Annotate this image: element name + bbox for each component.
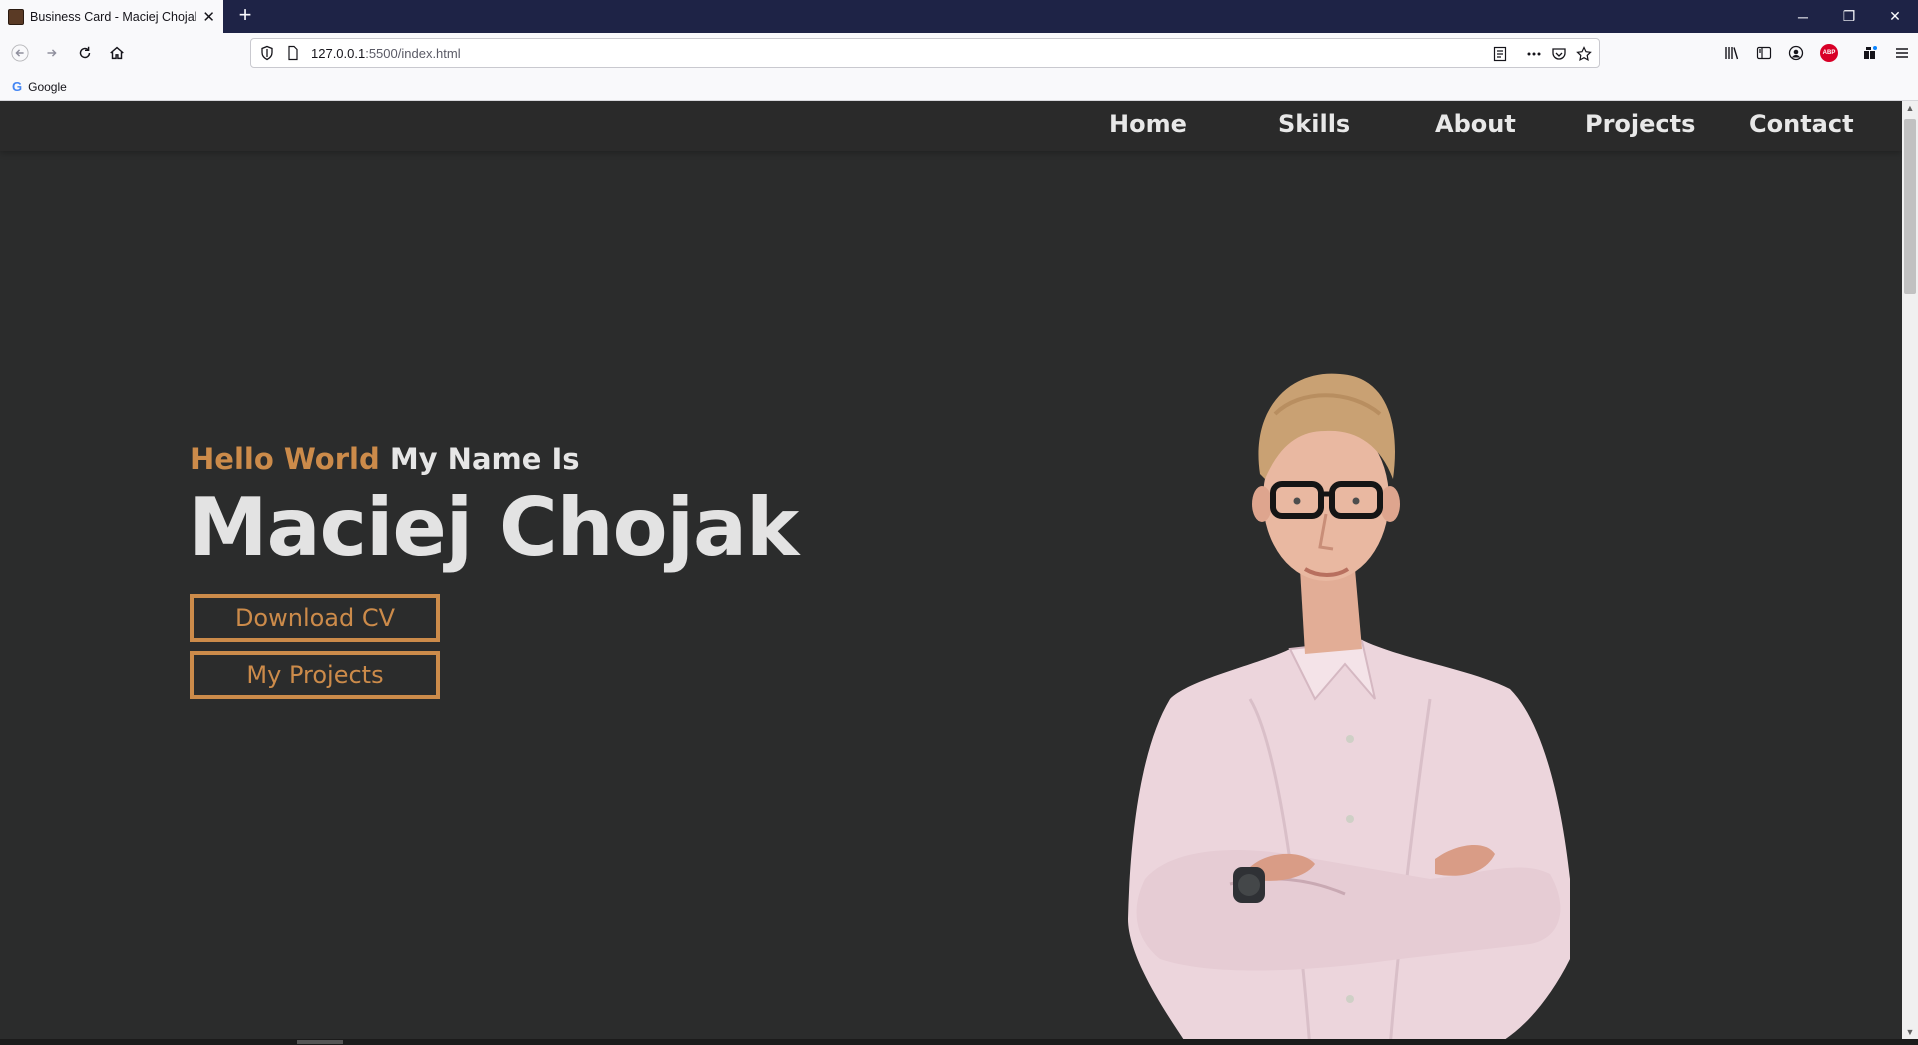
adblock-button[interactable]: ABP (1818, 42, 1840, 64)
bookmark-star-button[interactable] (1573, 44, 1595, 64)
download-cv-button[interactable]: Download CV (190, 594, 440, 642)
hero-greeting-accent: Hello World (190, 442, 380, 476)
back-icon (11, 44, 29, 62)
restore-button[interactable]: ❐ (1826, 0, 1872, 33)
hero-name: Maciej Chojak (188, 481, 799, 574)
url-text[interactable]: 127.0.0.1:5500/index.html (311, 46, 461, 61)
portrait-image (1128, 373, 1570, 1039)
reader-view-icon (1493, 46, 1507, 62)
library-button[interactable] (1721, 42, 1743, 64)
my-projects-button[interactable]: My Projects (190, 651, 440, 699)
close-window-button[interactable]: ✕ (1872, 0, 1918, 33)
scroll-thumb[interactable] (1904, 119, 1916, 294)
hero-greeting: Hello World My Name Is (190, 442, 580, 476)
extensions-button[interactable] (1859, 42, 1881, 64)
shield-icon[interactable] (259, 45, 275, 61)
url-path: :5500/index.html (365, 46, 461, 61)
pocket-button[interactable] (1548, 44, 1570, 64)
pocket-icon (1552, 48, 1566, 60)
extensions-icon (1864, 46, 1877, 59)
url-bar[interactable]: 127.0.0.1:5500/index.html (250, 38, 1600, 68)
nav-home[interactable]: Home (1109, 110, 1187, 138)
url-host: 127.0.0.1 (311, 46, 366, 61)
nav-skills[interactable]: Skills (1278, 110, 1350, 138)
google-icon: G (12, 79, 23, 94)
nav-about[interactable]: About (1435, 110, 1516, 138)
bookmark-star-icon (1576, 46, 1592, 62)
reload-button[interactable] (72, 40, 98, 66)
sidebar-icon (1756, 46, 1772, 60)
new-tab-button[interactable]: + (233, 4, 257, 28)
horizontal-scroll-strip (0, 1039, 1918, 1045)
vertical-scrollbar[interactable]: ▲ ▼ (1902, 101, 1918, 1039)
bookmark-google[interactable]: G Google (12, 79, 67, 94)
page-icon[interactable] (285, 45, 301, 61)
bookmarks-toolbar: G Google (0, 73, 1918, 101)
account-icon (1788, 45, 1804, 61)
account-button[interactable] (1785, 42, 1807, 64)
minimize-button[interactable]: ─ (1780, 0, 1826, 33)
adblock-icon: ABP (1820, 44, 1838, 62)
nav-projects[interactable]: Projects (1585, 110, 1695, 138)
scroll-up-icon[interactable]: ▲ (1902, 101, 1918, 115)
page-content: Home Skills About Projects Contact Hello… (0, 101, 1902, 1039)
browser-tab[interactable]: Business Card - Maciej Chojak ✕ (0, 0, 223, 33)
bookmark-label: Google (28, 79, 67, 94)
tab-title: Business Card - Maciej Chojak (30, 9, 197, 24)
more-icon (1527, 52, 1541, 56)
sidebar-button[interactable] (1753, 42, 1775, 64)
app-menu-button[interactable] (1891, 42, 1913, 64)
home-button[interactable] (104, 40, 130, 66)
site-favicon-icon (8, 8, 24, 25)
back-button[interactable] (7, 40, 33, 66)
forward-button[interactable] (39, 40, 65, 66)
reload-icon (79, 46, 91, 59)
site-navigation: Home Skills About Projects Contact (0, 101, 1902, 151)
page-actions-button[interactable] (1523, 44, 1545, 64)
library-icon (1725, 47, 1739, 60)
home-icon (110, 46, 124, 60)
tab-bar: Business Card - Maciej Chojak ✕ + ─ ❐ ✕ (0, 0, 1918, 33)
browser-toolbar: 127.0.0.1:5500/index.html ABP (0, 33, 1918, 73)
tab-close-icon[interactable]: ✕ (202, 8, 215, 26)
forward-icon (47, 49, 57, 57)
horizontal-scroll-thumb[interactable] (297, 1040, 343, 1044)
hero-greeting-rest: My Name Is (389, 442, 580, 476)
scroll-down-icon[interactable]: ▼ (1902, 1025, 1918, 1039)
nav-contact[interactable]: Contact (1749, 110, 1854, 138)
menu-icon (1896, 48, 1908, 58)
reader-view-button[interactable] (1489, 44, 1511, 64)
